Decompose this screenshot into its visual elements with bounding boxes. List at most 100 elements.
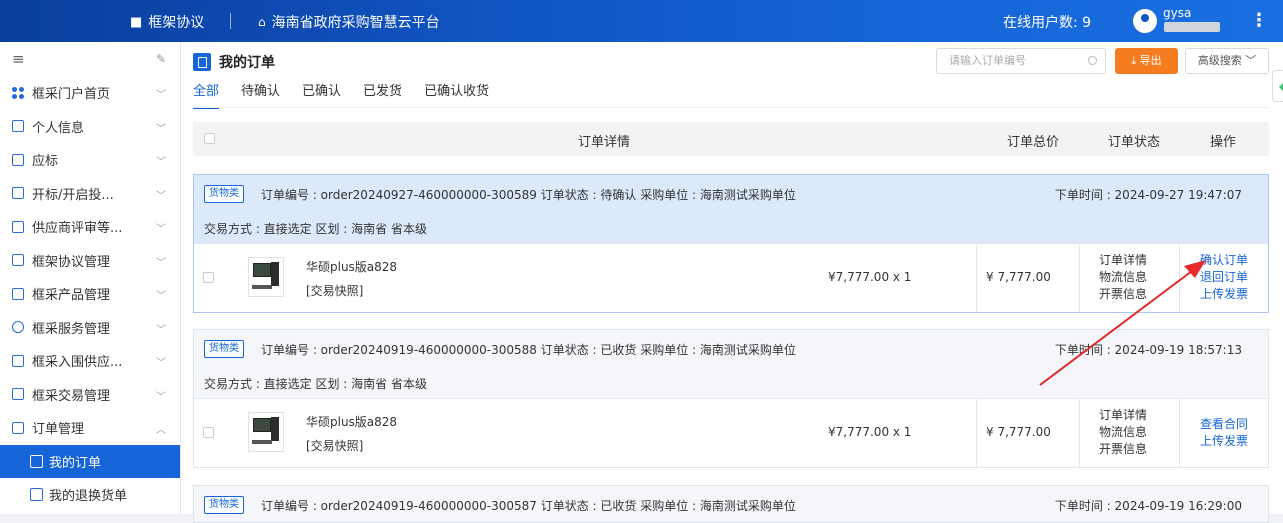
chevron-down-icon: ﹀ bbox=[156, 358, 166, 369]
sidebar-item-opening[interactable]: 开标/开启投... ﹀ bbox=[0, 177, 180, 211]
order-trade-row: 交易方式 : 直接选定 区划 : 海南省 省本级 bbox=[194, 211, 1268, 244]
order-checkbox[interactable] bbox=[203, 272, 214, 283]
sidebar-subitem-label: 我的退换货单 bbox=[49, 488, 128, 504]
order-status-tabs: 全部 待确认 已确认 已发货 已确认收货 bbox=[193, 80, 489, 109]
order-list-icon bbox=[30, 454, 43, 468]
transaction-icon bbox=[12, 388, 24, 401]
order-checkbox[interactable] bbox=[203, 427, 214, 438]
sidebar-item-bidding[interactable]: 应标 ﹀ bbox=[0, 143, 180, 177]
sidebar-item-label: 框采服务管理 bbox=[32, 321, 111, 337]
divider bbox=[193, 107, 1269, 108]
divider bbox=[976, 399, 977, 467]
menu-toggle-icon[interactable]: ≡ bbox=[12, 50, 25, 68]
avatar[interactable] bbox=[1133, 9, 1157, 33]
advanced-search-button[interactable]: 高级搜索 ﹀ bbox=[1185, 48, 1269, 74]
chevron-up-icon: ︿ bbox=[156, 425, 166, 436]
sidebar-item-transactions[interactable]: 框采交易管理 ﹀ bbox=[0, 378, 180, 412]
search-placeholder: 请输入订单编号 bbox=[949, 54, 1026, 67]
document-icon bbox=[12, 187, 24, 200]
sidebar-subitem-returns[interactable]: 我的退换货单 bbox=[0, 478, 180, 511]
order-trade-row: 交易方式 : 直接选定 区划 : 海南省 省本级 bbox=[194, 366, 1268, 399]
product-name[interactable]: 华硕plus版a828 bbox=[306, 258, 397, 275]
sidebar-item-services[interactable]: 框采服务管理 ﹀ bbox=[0, 311, 180, 345]
monitor-icon bbox=[12, 220, 24, 233]
supplier-icon bbox=[12, 354, 24, 367]
chevron-down-icon: ﹀ bbox=[156, 90, 166, 101]
section-label: 框架协议 bbox=[148, 15, 205, 31]
online-users: 在线用户数: 9 bbox=[1003, 12, 1091, 32]
sidebar-item-products[interactable]: 框采产品管理 ﹀ bbox=[0, 277, 180, 311]
tab-pending[interactable]: 待确认 bbox=[241, 80, 280, 109]
export-button[interactable]: ⤓ 导出 bbox=[1115, 48, 1178, 74]
order-detail-link[interactable]: 订单详情 bbox=[1093, 252, 1153, 269]
divider bbox=[1079, 399, 1080, 467]
page-header: 我的订单 bbox=[193, 52, 275, 72]
order-header: 货物类 订单编号 : order20240927-460000000-30058… bbox=[194, 175, 1268, 211]
sidebar-subitem-my-orders[interactable]: 我的订单 bbox=[0, 444, 180, 478]
logistics-link[interactable]: 物流信息 bbox=[1093, 424, 1153, 441]
invoice-info-link[interactable]: 开票信息 bbox=[1093, 286, 1153, 303]
snapshot-link[interactable]: [交易快照] bbox=[306, 437, 363, 454]
select-all-checkbox[interactable] bbox=[204, 133, 215, 144]
username[interactable]: gysa bbox=[1163, 6, 1191, 20]
sidebar-item-portal[interactable]: 框采门户首页 ﹀ bbox=[0, 76, 180, 110]
order-search-input[interactable]: 请输入订单编号 bbox=[936, 48, 1106, 74]
upload-invoice-link[interactable]: 上传发票 bbox=[1194, 433, 1254, 450]
sidebar-item-label: 框采交易管理 bbox=[32, 388, 111, 404]
pin-icon[interactable]: ✎ bbox=[156, 52, 166, 66]
chevron-down-icon: ﹀ bbox=[156, 123, 166, 135]
tab-all[interactable]: 全部 bbox=[193, 80, 220, 109]
unit-price: ¥7,777.00 x 1 bbox=[828, 270, 912, 284]
tab-shipped[interactable]: 已发货 bbox=[363, 80, 402, 109]
order-detail-link[interactable]: 订单详情 bbox=[1093, 407, 1153, 424]
online-users-label: 在线用户数: 9 bbox=[1003, 15, 1092, 31]
chevron-down-icon: ﹀ bbox=[156, 224, 166, 235]
sidebar-item-orders[interactable]: 订单管理 ︿ bbox=[0, 411, 180, 445]
return-order-link[interactable]: 退回订单 bbox=[1194, 269, 1254, 286]
product-icon bbox=[12, 287, 24, 300]
category-badge: 货物类 bbox=[204, 496, 244, 514]
apps-icon bbox=[12, 86, 24, 99]
confirm-order-link[interactable]: 确认订单 bbox=[1194, 252, 1254, 269]
product-thumbnail[interactable] bbox=[248, 412, 284, 452]
id-card-icon bbox=[12, 120, 24, 133]
invoice-info-link[interactable]: 开票信息 bbox=[1093, 441, 1153, 458]
order-header: 货物类 订单编号 : order20240919-460000000-30058… bbox=[194, 486, 1268, 522]
sidebar-item-review[interactable]: 供应商评审等... ﹀ bbox=[0, 210, 180, 244]
logistics-link[interactable]: 物流信息 bbox=[1093, 269, 1153, 286]
sidebar-item-label: 供应商评审等... bbox=[32, 221, 123, 237]
chevron-down-icon: ﹀ bbox=[156, 190, 166, 202]
sidebar-item-agreement[interactable]: 框架协议管理 ﹀ bbox=[0, 244, 180, 278]
sidebar-item-label: 框架协议管理 bbox=[32, 254, 111, 270]
view-contract-link[interactable]: 查看合同 bbox=[1194, 416, 1254, 433]
agreement-icon bbox=[12, 254, 24, 267]
product-thumbnail[interactable] bbox=[248, 257, 284, 297]
tab-received[interactable]: 已确认收货 bbox=[424, 80, 489, 109]
upload-invoice-link[interactable]: 上传发票 bbox=[1194, 286, 1254, 303]
order-time: 下单时间 : 2024-09-19 16:29:00 bbox=[1054, 499, 1242, 513]
order-info-links: 订单详情 物流信息 开票信息 bbox=[1093, 252, 1153, 303]
service-icon bbox=[12, 321, 24, 334]
order-info: 订单编号 : order20240919-460000000-300588 订单… bbox=[261, 343, 796, 357]
sidebar-header: ≡ ✎ bbox=[0, 42, 180, 76]
sidebar-item-suppliers[interactable]: 框采入围供应... ﹀ bbox=[0, 344, 180, 378]
search-icon[interactable] bbox=[1088, 56, 1097, 65]
more-icon[interactable]: ⋮ bbox=[1250, 10, 1268, 31]
snapshot-link[interactable]: [交易快照] bbox=[306, 282, 363, 299]
tab-confirmed[interactable]: 已确认 bbox=[302, 80, 341, 109]
order-card: 货物类 订单编号 : order20240927-460000000-30058… bbox=[193, 174, 1269, 313]
order-total: ¥ 7,777.00 bbox=[986, 425, 1051, 439]
product-name[interactable]: 华硕plus版a828 bbox=[306, 413, 397, 430]
order-header: 货物类 订单编号 : order20240919-460000000-30058… bbox=[194, 330, 1268, 366]
sidebar: ≡ ✎ 框采门户首页 ﹀ 个人信息 ﹀ 应标 ﹀ 开标/开启投... ﹀ 供应商评审等.… bbox=[0, 42, 181, 514]
document-icon bbox=[193, 53, 211, 71]
platform-title[interactable]: ⌂ 海南省政府采购智慧云平台 bbox=[258, 12, 440, 32]
section-title[interactable]: ■ 框架协议 bbox=[130, 12, 204, 32]
order-info: 订单编号 : order20240919-460000000-300587 订单… bbox=[261, 499, 796, 513]
trade-info: 交易方式 : 直接选定 区划 : 海南省 省本级 bbox=[204, 377, 427, 391]
order-info-links: 订单详情 物流信息 开票信息 bbox=[1093, 407, 1153, 458]
side-panel-tab[interactable] bbox=[1272, 70, 1283, 102]
page-title: 我的订单 bbox=[219, 55, 275, 71]
chevron-down-icon: ﹀ bbox=[156, 291, 166, 302]
sidebar-item-profile[interactable]: 个人信息 ﹀ bbox=[0, 110, 180, 144]
